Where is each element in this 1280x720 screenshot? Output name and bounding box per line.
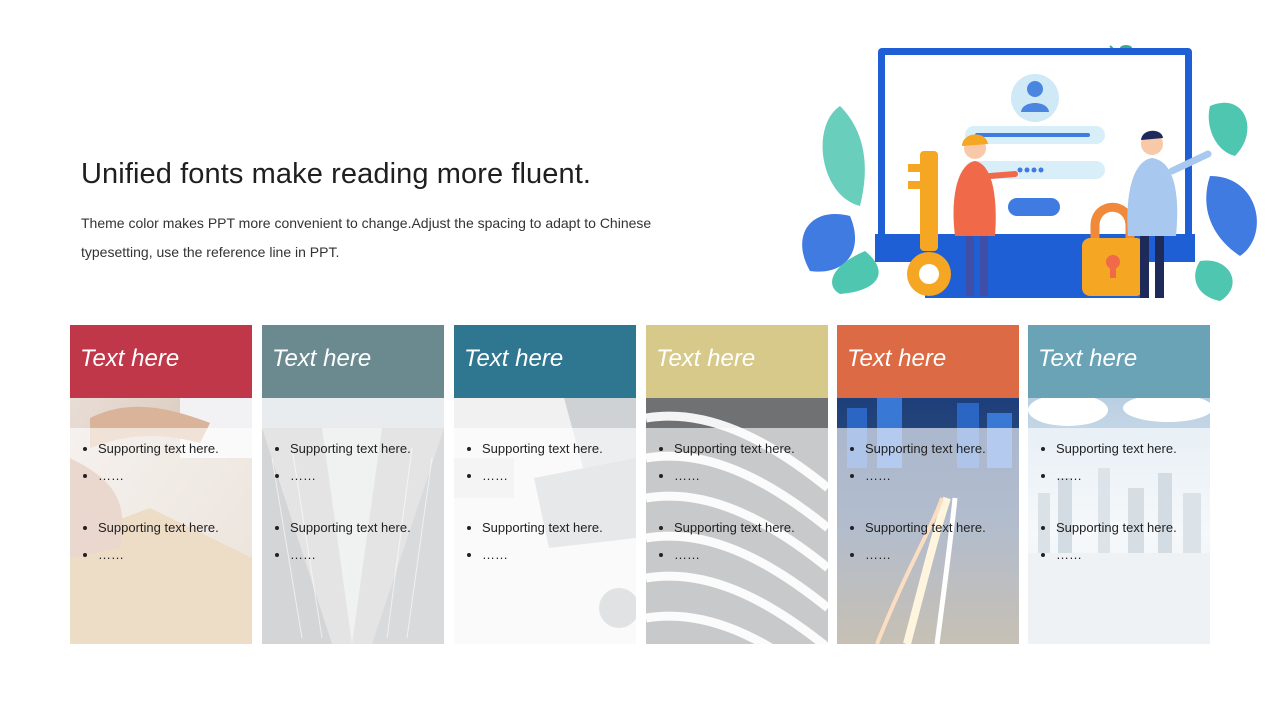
bullet-group-1: Supporting text here. …… bbox=[646, 435, 795, 489]
bullet-item: …… bbox=[865, 462, 986, 489]
bullet-item: …… bbox=[674, 541, 795, 568]
card-title: Text here bbox=[80, 345, 180, 372]
bullet-group-1: Supporting text here. …… bbox=[454, 435, 603, 489]
bullet-item: …… bbox=[290, 462, 411, 489]
bullet-item: …… bbox=[98, 462, 219, 489]
card-5: Text here Supporting text here. …… Suppo… bbox=[837, 325, 1019, 644]
bullet-item: Supporting text here. bbox=[674, 514, 795, 541]
bullet-item: Supporting text here. bbox=[865, 435, 986, 462]
bullet-item: Supporting text here. bbox=[865, 514, 986, 541]
bullet-group-1: Supporting text here. …… bbox=[837, 435, 986, 489]
bullet-group-2: Supporting text here. …… bbox=[837, 514, 986, 568]
card-title: Text here bbox=[1038, 345, 1138, 372]
bullet-item: …… bbox=[865, 541, 986, 568]
slide-description: Theme color makes PPT more convenient to… bbox=[81, 215, 652, 260]
bullet-item: Supporting text here. bbox=[98, 435, 219, 462]
login-security-illustration bbox=[802, 45, 1257, 301]
card-title: Text here bbox=[464, 345, 564, 372]
card-header: Text here bbox=[70, 325, 252, 398]
card-header: Text here bbox=[1028, 325, 1210, 398]
bullet-item: …… bbox=[1056, 462, 1177, 489]
card-4: Text here Supporting text here. …… Suppo… bbox=[646, 325, 828, 644]
bullet-group-1: Supporting text here. …… bbox=[70, 435, 219, 489]
bullet-item: …… bbox=[98, 541, 219, 568]
bullet-item: Supporting text here. bbox=[674, 435, 795, 462]
bullet-item: Supporting text here. bbox=[98, 514, 219, 541]
card-2: Text here Supporting text here. …… Suppo… bbox=[262, 325, 444, 644]
card-title: Text here bbox=[272, 345, 372, 372]
card-header: Text here bbox=[262, 325, 444, 398]
bullet-group-2: Supporting text here. …… bbox=[70, 514, 219, 568]
card-header: Text here bbox=[837, 325, 1019, 398]
card-3: Text here Supporting text here. …… Suppo… bbox=[454, 325, 636, 644]
card-header: Text here bbox=[646, 325, 828, 398]
bullet-item: …… bbox=[1056, 541, 1177, 568]
bullet-item: Supporting text here. bbox=[1056, 435, 1177, 462]
bullet-item: Supporting text here. bbox=[1056, 514, 1177, 541]
bullet-group-2: Supporting text here. …… bbox=[454, 514, 603, 568]
card-1: Text here Supporting text here. …… Suppo… bbox=[70, 325, 252, 644]
bullet-item: …… bbox=[482, 541, 603, 568]
bullet-item: Supporting text here. bbox=[482, 514, 603, 541]
bullet-group-2: Supporting text here. …… bbox=[262, 514, 411, 568]
bullet-group-2: Supporting text here. …… bbox=[1028, 514, 1177, 568]
bullet-group-1: Supporting text here. …… bbox=[262, 435, 411, 489]
cards-row: Text here Supporting text here. …… Suppo… bbox=[70, 325, 1210, 644]
card-title: Text here bbox=[847, 345, 947, 372]
bullet-item: …… bbox=[482, 462, 603, 489]
card-6: Text here Supporting text here. …… Suppo… bbox=[1028, 325, 1210, 644]
slide-title: Unified fonts make reading more fluent. bbox=[81, 158, 592, 190]
card-header: Text here bbox=[454, 325, 636, 398]
bullet-item: Supporting text here. bbox=[290, 435, 411, 462]
card-title: Text here bbox=[656, 345, 756, 372]
bullet-item: Supporting text here. bbox=[290, 514, 411, 541]
bullet-group-1: Supporting text here. …… bbox=[1028, 435, 1177, 489]
bullet-item: …… bbox=[674, 462, 795, 489]
bullet-group-2: Supporting text here. …… bbox=[646, 514, 795, 568]
bullet-item: …… bbox=[290, 541, 411, 568]
bullet-item: Supporting text here. bbox=[482, 435, 603, 462]
